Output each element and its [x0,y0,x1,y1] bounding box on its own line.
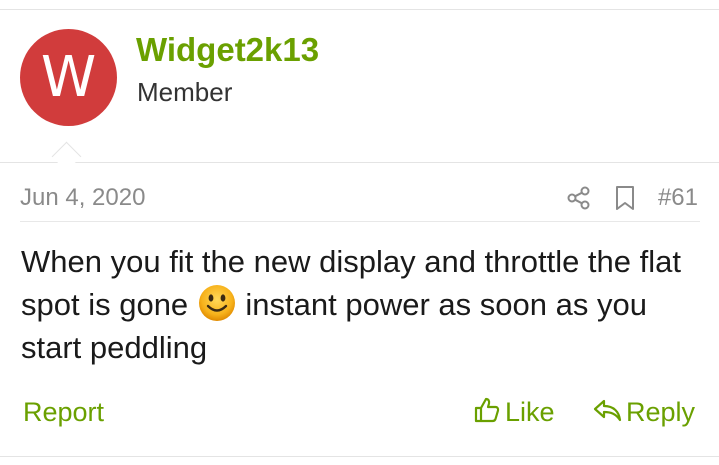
meta-divider [20,221,700,222]
user-title: Member [137,77,233,107]
share-icon[interactable] [566,185,592,211]
message-body: When you fit the new display and throttl… [21,240,701,369]
report-link[interactable]: Report [23,395,104,429]
post-meta-bar: Jun 4, 2020 #61 [0,163,719,221]
avatar[interactable]: W [20,29,117,126]
message-user-block: W Widget2k13 Member [0,10,719,162]
post-date[interactable]: Jun 4, 2020 [20,183,145,213]
post-footer-actions: Report Like Reply [0,385,719,439]
post-meta-actions: #61 [566,181,698,215]
like-label: Like [505,397,555,427]
bookmark-icon[interactable] [614,185,636,211]
post-number-link[interactable]: #61 [658,183,698,213]
username-link[interactable]: Widget2k13 [136,30,319,70]
thumbs-up-icon [473,396,501,429]
reply-label: Reply [626,397,696,427]
like-button[interactable]: Like [473,394,555,430]
smiley-emoji-icon [197,283,237,323]
bottom-border [0,456,719,457]
reply-arrow-icon [592,397,622,428]
avatar-letter: W [40,44,97,110]
reply-button[interactable]: Reply [592,394,695,430]
